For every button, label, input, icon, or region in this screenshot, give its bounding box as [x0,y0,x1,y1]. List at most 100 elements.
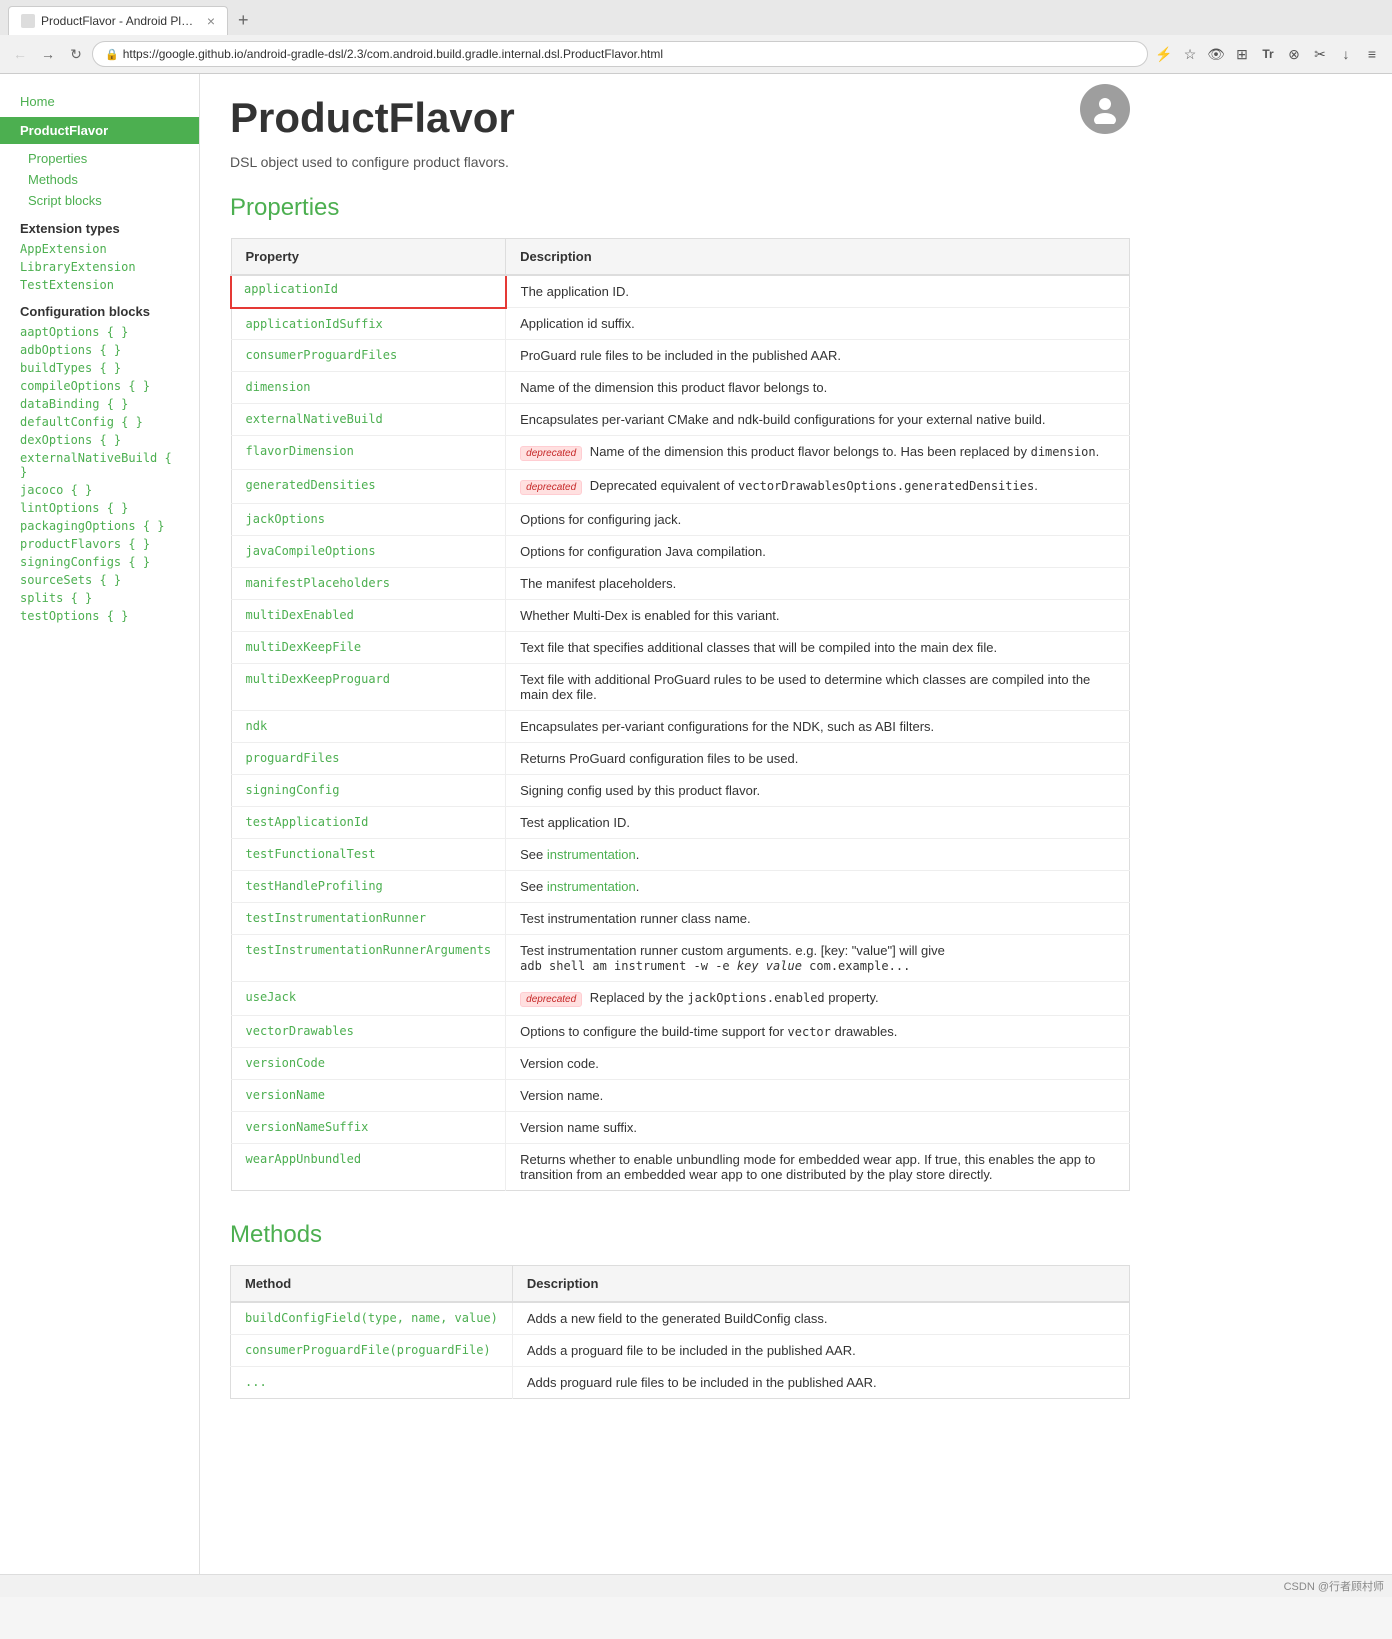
refresh-button[interactable]: ↻ [64,42,88,66]
sidebar-properties-link[interactable]: Properties [0,148,199,169]
method-name[interactable]: buildConfigField(type, name, value) [231,1302,513,1335]
table-row: jackOptions Options for configuring jack… [231,504,1130,536]
method-description: Adds proguard rule files to be included … [512,1367,1129,1399]
sidebar-test-options-link[interactable]: testOptions { } [0,607,199,625]
table-row: testInstrumentationRunnerArguments Test … [231,935,1130,982]
table-row: buildConfigField(type, name, value) Adds… [231,1302,1130,1335]
property-name[interactable]: ndk [231,711,506,743]
property-name[interactable]: manifestPlaceholders [231,568,506,600]
sidebar-dex-options-link[interactable]: dexOptions { } [0,431,199,449]
sidebar-active-item[interactable]: ProductFlavor [0,117,199,144]
csdn-watermark: CSDN @行者顾村师 [1284,1578,1384,1594]
property-name[interactable]: versionNameSuffix [231,1112,506,1144]
menu-icon[interactable]: ≡ [1360,42,1384,66]
table-row: versionNameSuffix Version name suffix. [231,1112,1130,1144]
methods-section-title: Methods [230,1221,1130,1249]
sidebar-adb-options-link[interactable]: adbOptions { } [0,341,199,359]
sidebar-external-native-build-link[interactable]: externalNativeBuild { } [0,449,199,481]
download-icon[interactable]: ↓ [1334,42,1358,66]
sidebar-home-link[interactable]: Home [0,90,199,113]
property-name[interactable]: multiDexKeepProguard [231,664,506,711]
sidebar-compile-options-link[interactable]: compileOptions { } [0,377,199,395]
sidebar-app-extension-link[interactable]: AppExtension [0,240,199,258]
method-name[interactable]: consumerProguardFile(proguardFile) [231,1335,513,1367]
property-name[interactable]: testHandleProfiling [231,871,506,903]
property-description: Encapsulates per-variant CMake and ndk-b… [506,404,1130,436]
block-icon[interactable]: ⊗ [1282,42,1306,66]
property-name[interactable]: javaCompileOptions [231,536,506,568]
back-button[interactable]: ← [8,42,32,66]
tab-bar: ProductFlavor - Android Plugi... × + [0,0,1392,35]
sidebar-packaging-options-link[interactable]: packagingOptions { } [0,517,199,535]
property-name[interactable]: proguardFiles [231,743,506,775]
sidebar-source-sets-link[interactable]: sourceSets { } [0,571,199,589]
property-name[interactable]: applicationIdSuffix [231,308,506,340]
property-col-header: Property [231,239,506,276]
property-name[interactable]: dimension [231,372,506,404]
tab-close-button[interactable]: × [207,13,215,29]
instrumentation-link-2[interactable]: instrumentation [547,879,636,894]
sidebar-library-extension-link[interactable]: LibraryExtension [0,258,199,276]
sidebar-lint-options-link[interactable]: lintOptions { } [0,499,199,517]
property-description: Options for configuring jack. [506,504,1130,536]
sidebar-script-blocks-link[interactable]: Script blocks [0,190,199,211]
lightning-icon[interactable]: ⚡ [1152,42,1176,66]
url-bar[interactable]: 🔒 https://google.github.io/android-gradl… [92,41,1148,67]
method-name[interactable]: ... [231,1367,513,1399]
property-description: Text file that specifies additional clas… [506,632,1130,664]
eye-icon[interactable]: 👁 [1204,42,1228,66]
property-name[interactable]: useJack [231,982,506,1016]
sidebar-test-extension-link[interactable]: TestExtension [0,276,199,294]
sidebar-data-binding-link[interactable]: dataBinding { } [0,395,199,413]
property-name[interactable]: jackOptions [231,504,506,536]
sidebar-default-config-link[interactable]: defaultConfig { } [0,413,199,431]
property-name[interactable]: versionName [231,1080,506,1112]
instrumentation-link[interactable]: instrumentation [547,847,636,862]
page-subtitle: DSL object used to configure product fla… [230,154,1130,170]
bookmark-icon[interactable]: ☆ [1178,42,1202,66]
table-row: ndk Encapsulates per-variant configurati… [231,711,1130,743]
property-name[interactable]: applicationId [231,275,506,308]
sidebar-jacoco-link[interactable]: jacoco { } [0,481,199,499]
new-tab-button[interactable]: + [232,8,255,33]
table-row: applicationId The application ID. [231,275,1130,308]
table-row: ... Adds proguard rule files to be inclu… [231,1367,1130,1399]
deprecated-badge: deprecated [520,480,582,495]
sidebar-build-types-link[interactable]: buildTypes { } [0,359,199,377]
property-name[interactable]: multiDexKeepFile [231,632,506,664]
page-title: ProductFlavor [230,94,1130,142]
tab-favicon [21,14,35,28]
property-name[interactable]: testApplicationId [231,807,506,839]
property-description: deprecated Deprecated equivalent of vect… [506,470,1130,504]
property-name[interactable]: externalNativeBuild [231,404,506,436]
property-name[interactable]: testInstrumentationRunner [231,903,506,935]
sidebar-methods-link[interactable]: Methods [0,169,199,190]
sidebar-signing-configs-link[interactable]: signingConfigs { } [0,553,199,571]
scissors-icon[interactable]: ✂ [1308,42,1332,66]
property-name[interactable]: testInstrumentationRunnerArguments [231,935,506,982]
url-text: https://google.github.io/android-gradle-… [123,47,663,61]
status-bar: CSDN @行者顾村师 [0,1574,1392,1597]
property-description: Name of the dimension this product flavo… [506,372,1130,404]
sidebar-product-flavors-link[interactable]: productFlavors { } [0,535,199,553]
property-name[interactable]: wearAppUnbundled [231,1144,506,1191]
translate-icon[interactable]: Tr [1256,42,1280,66]
property-name[interactable]: versionCode [231,1048,506,1080]
sidebar-aapt-options-link[interactable]: aaptOptions { } [0,323,199,341]
property-name[interactable]: signingConfig [231,775,506,807]
sidebar-splits-link[interactable]: splits { } [0,589,199,607]
property-description: The application ID. [506,275,1130,308]
property-description: deprecated Name of the dimension this pr… [506,436,1130,470]
forward-button[interactable]: → [36,42,60,66]
table-row: multiDexKeepProguard Text file with addi… [231,664,1130,711]
property-name[interactable]: generatedDensities [231,470,506,504]
property-name[interactable]: multiDexEnabled [231,600,506,632]
grid-icon[interactable]: ⊞ [1230,42,1254,66]
table-row: generatedDensities deprecated Deprecated… [231,470,1130,504]
method-description: Adds a new field to the generated BuildC… [512,1302,1129,1335]
property-name[interactable]: flavorDimension [231,436,506,470]
property-name[interactable]: testFunctionalTest [231,839,506,871]
active-tab[interactable]: ProductFlavor - Android Plugi... × [8,6,228,35]
property-name[interactable]: consumerProguardFiles [231,340,506,372]
property-name[interactable]: vectorDrawables [231,1016,506,1048]
